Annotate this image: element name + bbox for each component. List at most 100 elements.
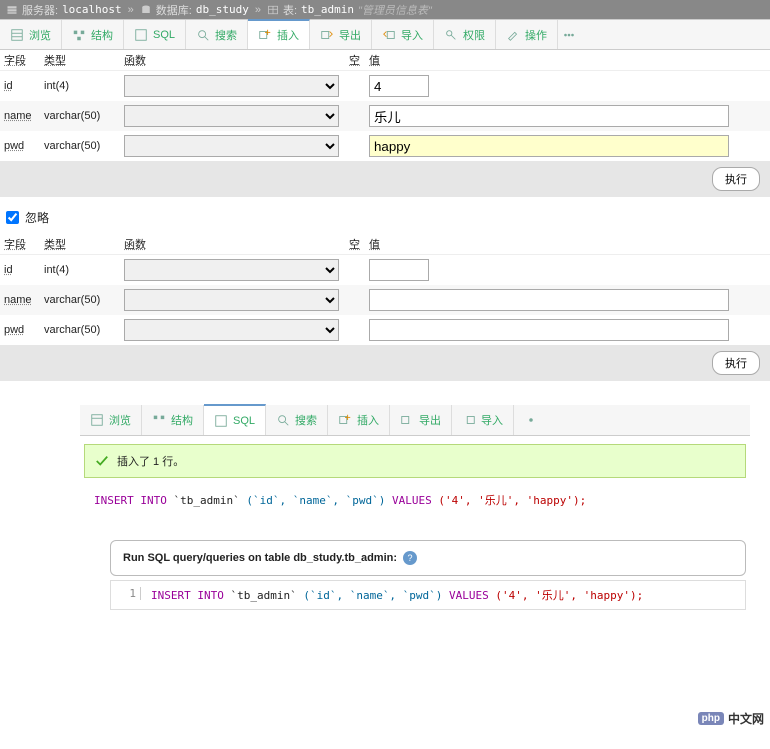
hdr-value: 值 — [369, 55, 380, 67]
execute-button[interactable]: 执行 — [712, 167, 760, 191]
hdr-null: 空 — [349, 55, 360, 67]
hdr-null: 空 — [349, 239, 360, 251]
execute-row: 执行 — [0, 345, 770, 381]
tab-search[interactable]: 搜索 — [266, 405, 328, 435]
sql-keyword: VALUES — [392, 494, 432, 507]
value-input[interactable] — [369, 75, 429, 97]
export-icon — [400, 413, 414, 427]
value-input[interactable] — [369, 105, 729, 127]
tab-more[interactable] — [558, 20, 580, 49]
field-name: id — [4, 264, 13, 276]
value-input[interactable] — [369, 289, 729, 311]
function-select[interactable] — [124, 105, 339, 127]
tab-export[interactable]: 导出 — [310, 20, 372, 49]
tab-more[interactable] — [514, 405, 548, 435]
value-input[interactable] — [369, 135, 729, 157]
execute-button[interactable]: 执行 — [712, 351, 760, 375]
ignore-row: 忽略 — [0, 201, 770, 234]
hdr-field: 字段 — [4, 239, 26, 251]
table-value: tb_admin — [301, 3, 354, 16]
field-type: varchar(50) — [44, 140, 100, 152]
tab-browse[interactable]: 浏览 — [0, 20, 62, 49]
table-row: name varchar(50) — [0, 101, 770, 131]
field-type: int(4) — [44, 264, 69, 276]
column-headers: 字段 类型 函数 空 值 — [0, 50, 770, 71]
operations-icon — [506, 28, 520, 42]
table-row: pwd varchar(50) — [0, 315, 770, 345]
field-name: id — [4, 80, 13, 92]
value-input[interactable] — [369, 319, 729, 341]
tab-structure[interactable]: 结构 — [142, 405, 204, 435]
main-tabs: 浏览 结构 SQL 搜索 插入 导出 导入 权限 操作 — [0, 19, 770, 50]
watermark-text: 中文网 — [728, 710, 764, 727]
sql-editor[interactable]: 1 INSERT INTO `tb_admin` (`id`, `name`, … — [110, 580, 746, 610]
run-query-box: Run SQL query/queries on table db_study.… — [110, 540, 746, 576]
sql-keyword: INSERT INTO — [151, 589, 224, 602]
table-row: pwd varchar(50) — [0, 131, 770, 161]
separator: » — [128, 4, 134, 16]
import-icon — [382, 28, 396, 42]
field-name: pwd — [4, 140, 24, 152]
tab-export[interactable]: 导出 — [390, 405, 452, 435]
export-icon — [320, 28, 334, 42]
structure-icon — [152, 413, 166, 427]
more-icon — [524, 413, 538, 427]
table-row: id int(4) — [0, 71, 770, 101]
breadcrumb: 服务器: localhost » 数据库: db_study » 表: tb_a… — [0, 0, 770, 19]
sql-keyword: INSERT INTO — [94, 494, 167, 507]
table-row: id int(4) — [0, 255, 770, 285]
tab-search[interactable]: 搜索 — [186, 20, 248, 49]
tab-insert[interactable]: 插入 — [248, 19, 310, 49]
tab-import[interactable]: 导入 — [372, 20, 434, 49]
help-icon[interactable]: ? — [403, 551, 417, 565]
sql-values: ('4', '乐儿', 'happy'); — [438, 494, 586, 507]
tab-operations[interactable]: 操作 — [496, 20, 558, 49]
privileges-icon — [444, 28, 458, 42]
function-select[interactable] — [124, 259, 339, 281]
tab-privileges[interactable]: 权限 — [434, 20, 496, 49]
success-message: 插入了 1 行。 — [84, 444, 746, 478]
tab-insert[interactable]: 插入 — [328, 405, 390, 435]
more-icon — [562, 28, 576, 42]
sql-icon — [134, 28, 148, 42]
field-type: varchar(50) — [44, 324, 100, 336]
tab-sql[interactable]: SQL — [124, 20, 186, 49]
sql-columns: (`id`, `name`, `pwd`) — [246, 494, 385, 507]
insert-icon — [258, 28, 272, 42]
browse-icon — [90, 413, 104, 427]
insert-form-1: 字段 类型 函数 空 值 id int(4) name varchar(50) … — [0, 50, 770, 201]
function-select[interactable] — [124, 135, 339, 157]
database-icon — [140, 4, 152, 16]
sql-statement: INSERT INTO `tb_admin` (`id`, `name`, `p… — [80, 486, 750, 514]
hdr-type: 类型 — [44, 239, 66, 251]
table-label: 表: — [283, 2, 297, 18]
tab-browse[interactable]: 浏览 — [80, 405, 142, 435]
run-label: Run SQL query/queries on table db_study.… — [123, 552, 397, 564]
server-icon — [6, 4, 18, 16]
tab-sql[interactable]: SQL — [204, 404, 266, 435]
tab-structure[interactable]: 结构 — [62, 20, 124, 49]
insert-icon — [338, 413, 352, 427]
search-icon — [276, 413, 290, 427]
value-input[interactable] — [369, 259, 429, 281]
function-select[interactable] — [124, 319, 339, 341]
server-label: 服务器: — [22, 2, 58, 18]
structure-icon — [72, 28, 86, 42]
db-value: db_study — [196, 3, 249, 16]
hdr-function: 函数 — [124, 239, 146, 251]
sql-values: ('4', '乐儿', 'happy'); — [495, 589, 643, 602]
server-value: localhost — [62, 3, 122, 16]
ignore-checkbox[interactable] — [6, 211, 19, 224]
search-icon — [196, 28, 210, 42]
function-select[interactable] — [124, 75, 339, 97]
insert-form-2: 字段 类型 函数 空 值 id int(4) name varchar(50) … — [0, 234, 770, 385]
hdr-value: 值 — [369, 239, 380, 251]
table-row: name varchar(50) — [0, 285, 770, 315]
hdr-function: 函数 — [124, 55, 146, 67]
success-text: 插入了 1 行。 — [117, 453, 184, 469]
php-badge: php — [698, 712, 724, 725]
tab-import[interactable]: 导入 — [452, 405, 514, 435]
field-type: varchar(50) — [44, 110, 100, 122]
field-type: varchar(50) — [44, 294, 100, 306]
function-select[interactable] — [124, 289, 339, 311]
